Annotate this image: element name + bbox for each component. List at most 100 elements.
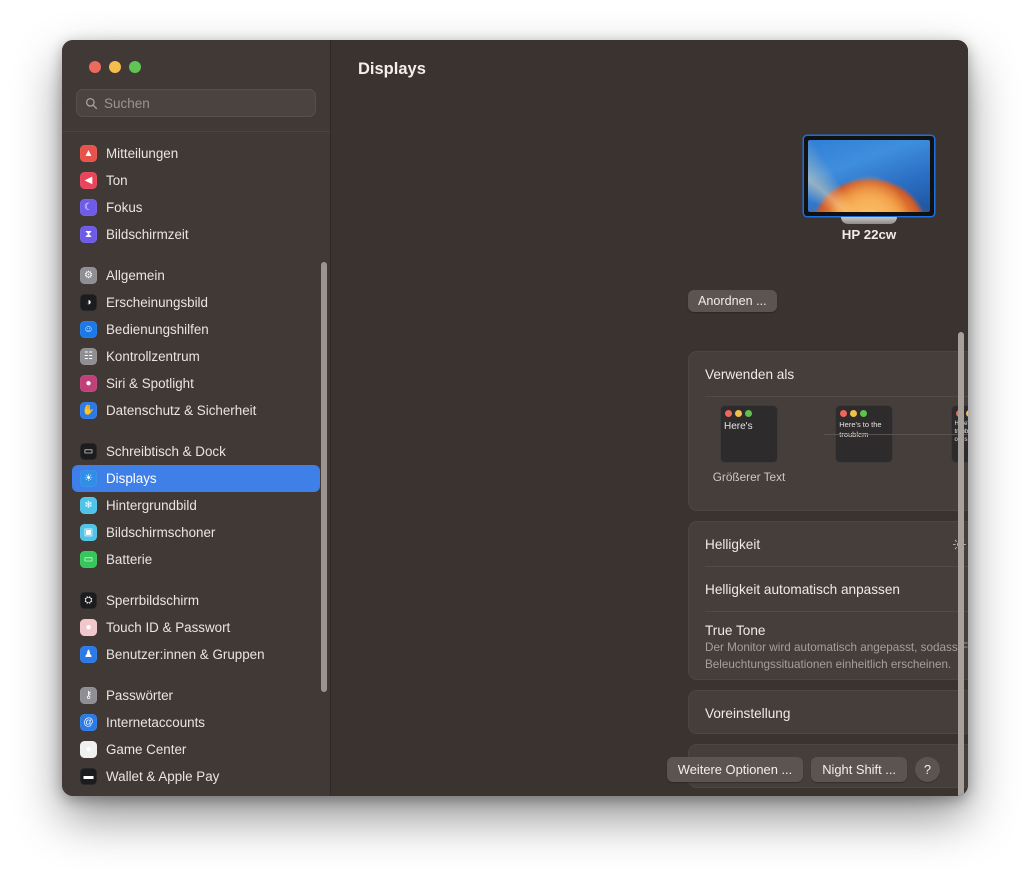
sidebar-item-label: Bildschirmschoner xyxy=(106,525,216,540)
preview-text: Here's xyxy=(724,421,753,432)
close-button[interactable] xyxy=(89,61,101,73)
preview-traffic-dot xyxy=(735,410,742,417)
sidebar-item-sperrbildschirm[interactable]: ⛭ Sperrbildschirm xyxy=(72,587,320,614)
sidebar-item-ton[interactable]: ◀ Ton xyxy=(72,167,320,194)
night-shift-button[interactable]: Night Shift ... xyxy=(811,757,907,782)
sidebar-item-label: Bildschirmzeit xyxy=(106,227,189,242)
zoom-button[interactable] xyxy=(129,61,141,73)
preset-card: Voreinstellung Apple XDR Display (P3-160… xyxy=(688,690,968,734)
sidebar-item-label: Wallet & Apple Pay xyxy=(106,769,220,784)
preview-titlebar xyxy=(836,406,892,420)
siri-icon: ● xyxy=(80,375,97,392)
sidebar-item-batterie[interactable]: ▭ Batterie xyxy=(72,546,320,573)
desktop-dock-icon: ▭ xyxy=(80,443,97,460)
sidebar-item-allgemein[interactable]: ⚙ Allgemein xyxy=(72,262,320,289)
sidebar: ▲ Mitteilungen ◀ Ton ☾ Fokus ⧗ Bildschirmzeit ⚙ A… xyxy=(62,40,331,796)
sidebar-item-label: Datenschutz & Sicherheit xyxy=(106,403,257,418)
true-tone-label: True Tone xyxy=(705,623,766,638)
battery-icon: ▭ xyxy=(80,551,97,568)
search-input[interactable] xyxy=(104,95,307,111)
sidebar-item-label: Passwörter xyxy=(106,688,173,703)
touch-id-icon: ● xyxy=(80,619,97,636)
sidebar-item-hintergrundbild[interactable]: ❄ Hintergrundbild xyxy=(72,492,320,519)
external-monitor-graphic xyxy=(804,136,934,224)
game-center-icon: ● xyxy=(80,741,97,758)
users-groups-icon: ♟ xyxy=(80,646,97,663)
preset-label: Voreinstellung xyxy=(705,705,791,721)
sidebar-scrollbar[interactable] xyxy=(321,262,327,692)
sidebar-item-benutzer-innen-gruppen[interactable]: ♟ Benutzer:innen & Gruppen xyxy=(72,641,320,668)
preset-row[interactable]: Voreinstellung Apple XDR Display (P3-160… xyxy=(689,691,968,735)
sidebar-nav: ▲ Mitteilungen ◀ Ton ☾ Fokus ⧗ Bildschirmzeit ⚙ A… xyxy=(62,132,330,796)
sidebar-item-touch-id-passwort[interactable]: ● Touch ID & Passwort xyxy=(72,614,320,641)
resolution-scale-line xyxy=(824,434,968,435)
use-as-label: Verwenden als xyxy=(705,366,795,382)
use-as-card: Verwenden als Hauptbildschirm Here's Größ… xyxy=(688,351,968,511)
sidebar-item-label: Schreibtisch & Dock xyxy=(106,444,226,459)
sidebar-item-game-center[interactable]: ● Game Center xyxy=(72,736,320,763)
brightness-card: Helligkeit Helligkeit automatisch anpass… xyxy=(688,521,968,680)
resolution-options: Here's Größerer Text Here's to the trouble… xyxy=(689,397,968,495)
window-controls xyxy=(62,40,330,73)
appearance-icon: ◑ xyxy=(80,294,97,311)
brightness-label: Helligkeit xyxy=(705,536,761,552)
main-scrollbar[interactable] xyxy=(958,332,964,796)
sidebar-item-wallet-apple-pay[interactable]: ▬ Wallet & Apple Pay xyxy=(72,763,320,790)
monitor-stand xyxy=(841,217,897,224)
arrange-button[interactable]: Anordnen ... xyxy=(688,290,777,312)
help-button[interactable]: ? xyxy=(915,757,940,782)
sidebar-item-siri-spotlight[interactable]: ● Siri & Spotlight xyxy=(72,370,320,397)
preview-text: Here's to the troublem xyxy=(839,420,882,439)
resolution-option-1[interactable]: Here's to the troublem xyxy=(818,405,910,470)
search-field[interactable] xyxy=(76,89,316,117)
focus-icon: ☾ xyxy=(80,199,97,216)
accessibility-icon: ☺ xyxy=(80,321,97,338)
sidebar-item-label: Sperrbildschirm xyxy=(106,593,200,608)
sidebar-item-label: Game Center xyxy=(106,742,187,757)
auto-brightness-row: Helligkeit automatisch anpassen xyxy=(689,567,968,611)
true-tone-description: Der Monitor wird automatisch angepasst, … xyxy=(705,641,968,671)
sidebar-item-erscheinungsbild[interactable]: ◑ Erscheinungsbild xyxy=(72,289,320,316)
sidebar-item-internetaccounts[interactable]: @ Internetaccounts xyxy=(72,709,320,736)
wallet-icon: ▬ xyxy=(80,768,97,785)
sidebar-item-datenschutz-sicherheit[interactable]: ✋ Datenschutz & Sicherheit xyxy=(72,397,320,424)
page-title: Displays xyxy=(358,60,426,78)
sidebar-item-displays[interactable]: ☀ Displays xyxy=(72,465,320,492)
screen-time-icon: ⧗ xyxy=(80,226,97,243)
use-as-row[interactable]: Verwenden als Hauptbildschirm xyxy=(689,352,968,396)
sidebar-item-label: Internetaccounts xyxy=(106,715,206,730)
preview-traffic-dot xyxy=(745,410,752,417)
sidebar-item-mitteilungen[interactable]: ▲ Mitteilungen xyxy=(72,140,320,167)
sidebar-item-label: Fokus xyxy=(106,200,143,215)
sidebar-item-label: Allgemein xyxy=(106,268,165,283)
search-icon xyxy=(85,97,98,109)
sidebar-item-label: Mitteilungen xyxy=(106,146,179,161)
minimize-button[interactable] xyxy=(109,61,121,73)
more-options-button[interactable]: Weitere Optionen ... xyxy=(666,757,804,782)
sidebar-item-label: Kontrollzentrum xyxy=(106,349,200,364)
sidebar-item-bedienungshilfen[interactable]: ☺ Bedienungshilfen xyxy=(72,316,320,343)
display-option-external[interactable]: HP 22cw xyxy=(789,136,949,243)
sidebar-item-bildschirmschoner[interactable]: ▣ Bildschirmschoner xyxy=(72,519,320,546)
general-icon: ⚙ xyxy=(80,267,97,284)
resolution-caption: Größerer Text xyxy=(712,470,786,484)
screensaver-icon: ▣ xyxy=(80,524,97,541)
display-name-external: HP 22cw xyxy=(841,227,897,242)
sidebar-item-schreibtisch-dock[interactable]: ▭ Schreibtisch & Dock xyxy=(72,438,320,465)
system-settings-window: ▲ Mitteilungen ◀ Ton ☾ Fokus ⧗ Bildschirmzeit ⚙ A… xyxy=(62,40,968,796)
sidebar-item-label: Erscheinungsbild xyxy=(106,295,208,310)
resolution-option-0[interactable]: Here's Größerer Text xyxy=(703,405,795,484)
brightness-row: Helligkeit xyxy=(689,522,968,566)
sidebar-item-label: Bedienungshilfen xyxy=(106,322,209,337)
sidebar-item-kontrollzentrum[interactable]: ☷ Kontrollzentrum xyxy=(72,343,320,370)
sidebar-item-label: Displays xyxy=(106,471,157,486)
displays-icon: ☀ xyxy=(80,470,97,487)
sidebar-item-fokus[interactable]: ☾ Fokus xyxy=(72,194,320,221)
preview-traffic-dot xyxy=(965,410,968,417)
sidebar-item-passw-rter[interactable]: ⚷ Passwörter xyxy=(72,682,320,709)
sidebar-item-bildschirmzeit[interactable]: ⧗ Bildschirmzeit xyxy=(72,221,320,248)
search-container xyxy=(62,73,330,117)
sidebar-item-label: Benutzer:innen & Gruppen xyxy=(106,647,265,662)
